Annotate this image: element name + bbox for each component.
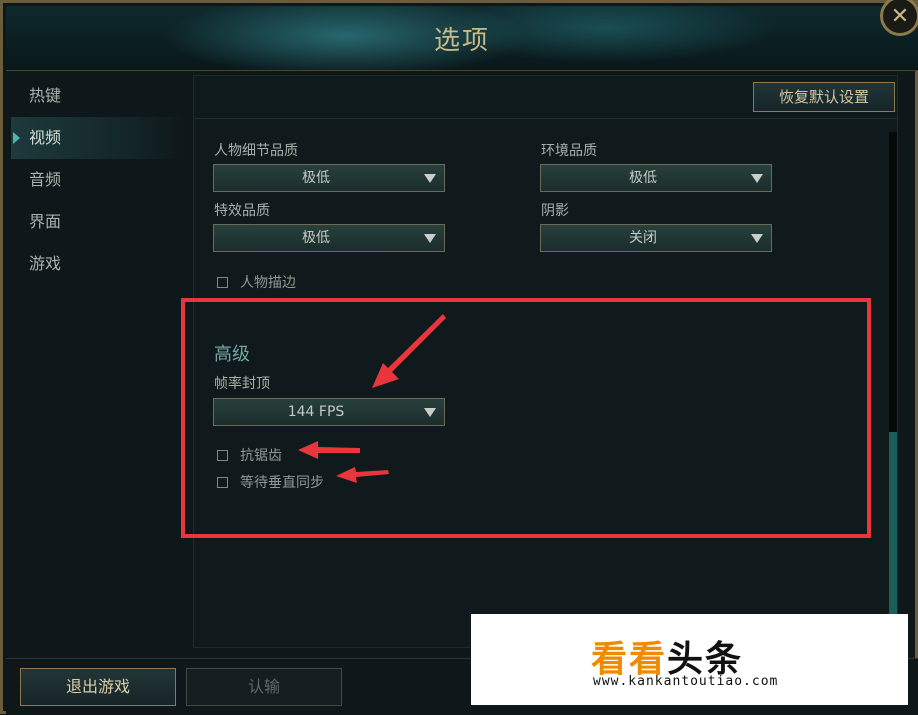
vsync-checkbox[interactable] [217, 476, 228, 488]
vsync-option[interactable]: 等待垂直同步 [217, 472, 324, 492]
watermark-logo: 看看头条 www.kankantoutiao.com [471, 614, 908, 705]
shadows-label: 阴影 [541, 203, 569, 219]
window-title: 选项 [433, 26, 490, 56]
character-outline-checkbox[interactable] [217, 276, 228, 288]
environment-quality-value: 极低 [629, 170, 657, 186]
chevron-down-icon [751, 234, 763, 243]
scrollbar-thumb[interactable] [889, 432, 897, 642]
anti-aliasing-option[interactable]: 抗锯齿 [217, 445, 282, 465]
sidebar: 热键 视频 音频 界面 游戏 [11, 75, 189, 645]
chevron-down-icon [424, 174, 436, 183]
character-quality-select[interactable]: 极低 [213, 164, 445, 192]
character-outline-label: 人物描边 [240, 275, 296, 291]
character-quality-label: 人物细节品质 [214, 143, 298, 159]
environment-quality-label: 环境品质 [541, 143, 597, 159]
environment-quality-select[interactable]: 极低 [540, 164, 772, 192]
exit-game-button[interactable]: 退出游戏 [20, 668, 176, 706]
sidebar-item-interface[interactable]: 界面 [11, 201, 189, 243]
effects-quality-value: 极低 [302, 230, 330, 246]
advanced-section-title: 高级 [214, 344, 250, 365]
close-button[interactable]: ✕ [880, 0, 918, 36]
effects-quality-select[interactable]: 极低 [213, 224, 445, 252]
reset-defaults-button[interactable]: 恢复默认设置 [753, 82, 895, 112]
video-settings-panel: 恢复默认设置 人物细节品质 极低 环境品质 极低 特效品质 极低 阴影 关闭 人… [193, 75, 898, 648]
effects-quality-label: 特效品质 [214, 203, 270, 219]
frame-cap-select[interactable]: 144 FPS [213, 398, 445, 426]
options-window: 选项 热键 视频 音频 界面 游戏 恢复默认设置 人物细节品质 极低 环境品质 … [0, 0, 918, 715]
surrender-button: 认输 [186, 668, 342, 706]
sidebar-item-hotkeys[interactable]: 热键 [11, 75, 189, 117]
shadows-select[interactable]: 关闭 [540, 224, 772, 252]
frame-cap-label: 帧率封顶 [214, 376, 270, 392]
chevron-down-icon [424, 408, 436, 417]
sidebar-item-game[interactable]: 游戏 [11, 243, 189, 285]
chevron-down-icon [751, 174, 763, 183]
character-outline-option[interactable]: 人物描边 [217, 272, 296, 292]
sidebar-item-video[interactable]: 视频 [11, 117, 189, 159]
panel-header: 恢复默认设置 [194, 76, 897, 119]
vsync-label: 等待垂直同步 [240, 475, 324, 491]
sidebar-item-audio[interactable]: 音频 [11, 159, 189, 201]
anti-aliasing-label: 抗锯齿 [240, 448, 282, 464]
chevron-down-icon [424, 234, 436, 243]
anti-aliasing-checkbox[interactable] [217, 449, 228, 461]
shadows-value: 关闭 [629, 230, 657, 246]
character-quality-value: 极低 [302, 170, 330, 186]
frame-cap-value: 144 FPS [287, 404, 345, 420]
watermark-url: www.kankantoutiao.com [593, 674, 779, 689]
panel-scrollbar[interactable] [889, 132, 897, 642]
close-icon: ✕ [890, 3, 910, 29]
title-bar: 选项 [6, 6, 918, 71]
